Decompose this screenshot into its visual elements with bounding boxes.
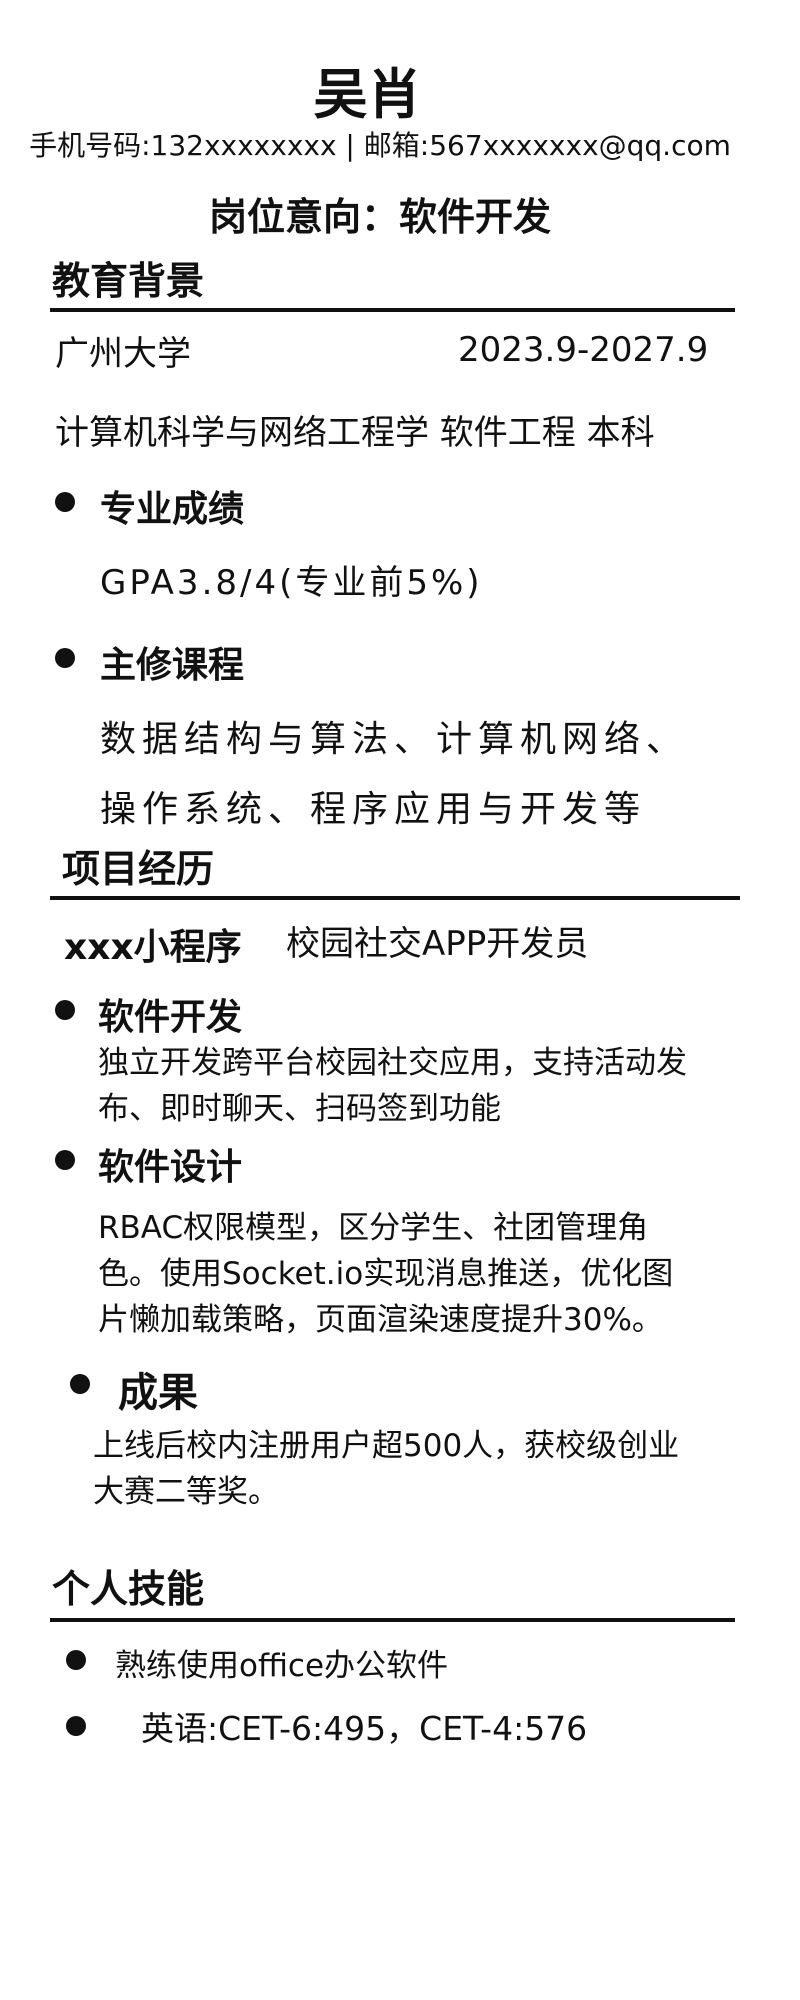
project-item-title: 成果 xyxy=(118,1370,198,1416)
project-item-line: 片懒加载策略，页面渲染速度提升30%。 xyxy=(98,1302,663,1338)
grades-value: GPA3.8/4(专业前5%) xyxy=(100,563,483,603)
project-role: 校园社交APP开发员 xyxy=(286,924,589,964)
project-item-title: 软件设计 xyxy=(98,1147,243,1188)
project-item-line: 色。使用Socket.io实现消息推送，优化图 xyxy=(98,1256,674,1292)
skill-item: 熟练使用office办公软件 xyxy=(115,1648,449,1684)
skill-item: 英语:CET-6:495，CET-4:576 xyxy=(141,1709,588,1748)
project-item-line: RBAC权限模型，区分学生、社团管理角 xyxy=(98,1210,649,1246)
project-item-line: 布、即时聊天、扫码签到功能 xyxy=(98,1091,501,1127)
major-line: 计算机科学与网络工程学 软件工程 本科 xyxy=(55,413,655,453)
project-item-line: 上线后校内注册用户超500人，获校级创业 xyxy=(93,1428,680,1464)
skills-divider xyxy=(50,1618,735,1622)
bullet-icon xyxy=(55,1000,75,1020)
job-intent: 岗位意向：软件开发 xyxy=(208,195,551,239)
courses-line-2: 操作系统、程序应用与开发等 xyxy=(100,789,647,830)
project-item-title: 软件开发 xyxy=(98,997,243,1038)
projects-divider xyxy=(50,896,740,900)
projects-section-title: 项目经历 xyxy=(62,847,215,891)
education-period: 2023.9-2027.9 xyxy=(458,330,709,370)
school-name: 广州大学 xyxy=(55,334,191,374)
bullet-icon xyxy=(66,1650,86,1670)
project-name: xxx小程序 xyxy=(64,927,242,968)
candidate-name: 吴肖 xyxy=(313,63,422,126)
bullet-icon xyxy=(66,1716,86,1736)
contact-info: 手机号码:132xxxxxxxx | 邮箱:567xxxxxxx@qq.com xyxy=(29,129,731,162)
courses-title: 主修课程 xyxy=(100,645,245,686)
bullet-icon xyxy=(70,1374,90,1394)
education-divider xyxy=(50,308,735,312)
bullet-icon xyxy=(55,648,75,668)
skills-section-title: 个人技能 xyxy=(52,1567,205,1611)
project-item-line: 大赛二等奖。 xyxy=(93,1474,279,1510)
bullet-icon xyxy=(55,492,75,512)
bullet-icon xyxy=(55,1150,75,1170)
grades-title: 专业成绩 xyxy=(100,489,245,530)
education-section-title: 教育背景 xyxy=(52,259,205,303)
courses-line-1: 数据结构与算法、计算机网络、 xyxy=(100,719,689,760)
resume-page: 吴肖 手机号码:132xxxxxxxx | 邮箱:567xxxxxxx@qq.c… xyxy=(0,0,800,2000)
project-item-line: 独立开发跨平台校园社交应用，支持活动发 xyxy=(98,1045,687,1081)
